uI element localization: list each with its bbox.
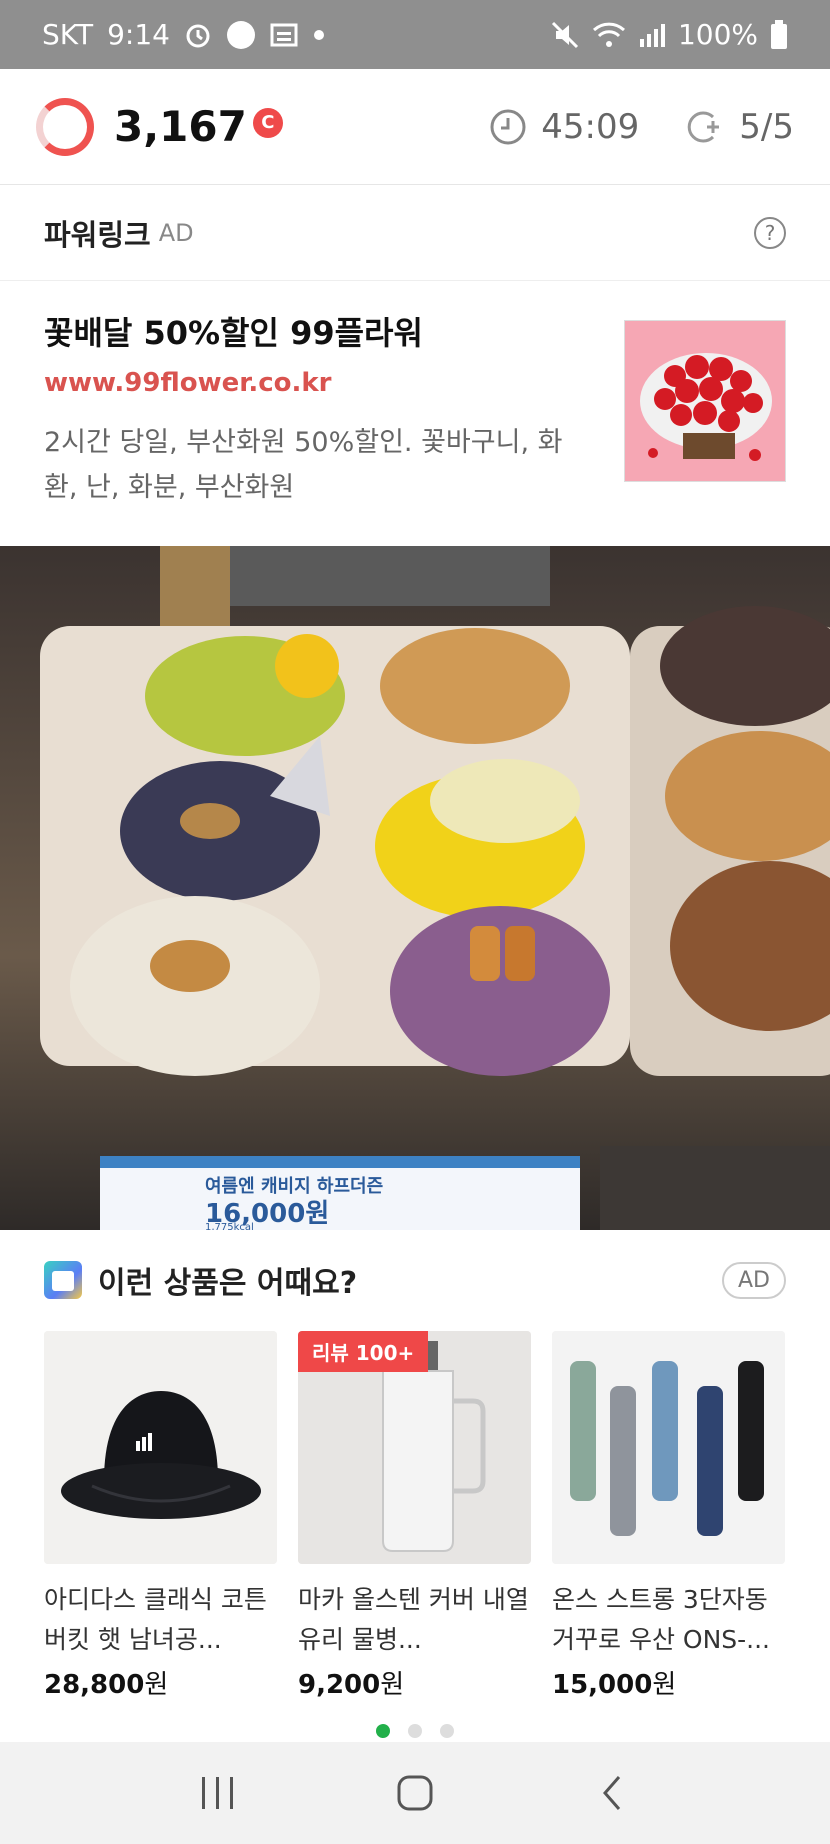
timer-value: 45:09 (541, 106, 640, 147)
recommend-ad-label[interactable]: AD (722, 1261, 786, 1299)
product-name[interactable]: 온스 스트롱 3단자동 거꾸로 우산 ONS-... (552, 1580, 785, 1660)
timer: 45:09 (489, 107, 639, 147)
mute-icon (550, 20, 580, 50)
clock: 9:14 (107, 18, 170, 51)
glass-bottle-image[interactable]: 리뷰 100+ (298, 1331, 531, 1564)
status-bar: SKT 9:14 100% (0, 0, 830, 69)
ad-card[interactable]: 꽃배달 50%할인 99플라워 www.99flower.co.kr 2시간 당… (0, 282, 830, 546)
carrier-label: SKT (42, 18, 94, 51)
recommend-header: 이런 상품은 어때요? AD (0, 1230, 830, 1330)
coin-icon: C (252, 107, 283, 138)
powerlink-title: 파워링크 (44, 218, 151, 252)
pager-dot[interactable] (408, 1724, 422, 1738)
alarm-icon (184, 21, 212, 49)
carousel-pager (0, 1724, 830, 1738)
product-price: 9,200원 (298, 1664, 531, 1701)
pager-dot-active[interactable] (376, 1724, 390, 1738)
product-name[interactable]: 마카 올스텐 커버 내열유리 물병... (298, 1580, 531, 1660)
charge-value: 5/5 (739, 106, 794, 147)
notification-dot-icon (312, 28, 326, 42)
powerlink-ad-label: AD (158, 219, 194, 247)
product-name[interactable]: 아디다스 클래식 코튼 버킷 햇 남녀공... (44, 1580, 277, 1660)
coin-plus-icon (687, 111, 720, 142)
signal-icon (638, 21, 666, 49)
price-currency: 원 (652, 1670, 677, 1700)
system-navigation-bar (0, 1742, 830, 1844)
back-button[interactable] (582, 1768, 642, 1818)
product-card[interactable]: 아디다스 클래식 코튼 버킷 햇 남녀공... 28,800원 (44, 1331, 277, 1711)
price-value: 15,000 (552, 1670, 653, 1700)
price-currency: 원 (380, 1670, 405, 1700)
help-icon[interactable]: ? (754, 217, 786, 249)
oklock-icon (226, 20, 256, 50)
points-value: 3,167 (114, 102, 247, 151)
umbrella-image[interactable] (552, 1331, 785, 1564)
product-price: 28,800원 (44, 1664, 277, 1701)
product-card[interactable]: 리뷰 100+ 마카 올스텐 커버 내열유리 물병... 9,200원 (298, 1331, 531, 1711)
home-button[interactable] (385, 1768, 445, 1818)
recommend-title: 이런 상품은 어때요? (98, 1266, 358, 1301)
home-icon (397, 1775, 433, 1811)
wifi-icon (592, 20, 626, 50)
pager-dot[interactable] (440, 1724, 454, 1738)
recent-apps-button[interactable] (188, 1768, 248, 1818)
price-currency: 원 (144, 1670, 169, 1700)
back-icon (602, 1776, 620, 1810)
points-header: 3,167 C 45:09 5/5 (0, 69, 830, 185)
shopping-bag-icon (44, 1261, 82, 1299)
battery-icon (770, 19, 788, 50)
price-value: 28,800 (44, 1670, 145, 1700)
review-badge: 리뷰 100+ (298, 1331, 429, 1372)
recent-apps-icon (202, 1777, 234, 1809)
powerlink-header: 파워링크 AD ? (0, 186, 830, 281)
ad-description: 2시간 당일, 부산화원 50%할인. 꽃바구니, 화환, 난, 화분, 부산화… (44, 427, 563, 503)
flower-basket-image[interactable] (624, 320, 786, 482)
calendar-icon (270, 21, 298, 49)
product-carousel[interactable]: 아디다스 클래식 코튼 버킷 햇 남녀공... 28,800원 리뷰 100+ … (44, 1331, 786, 1711)
product-price: 15,000원 (552, 1664, 785, 1701)
price-sign-kcal: 1,775kcal (205, 1222, 254, 1230)
charge-count: 5/5 (685, 107, 794, 147)
progress-ring (36, 97, 94, 156)
price-value: 9,200 (298, 1670, 381, 1700)
battery-percent: 100% (677, 18, 758, 51)
clock-icon (490, 109, 526, 144)
price-sign-title: 여름엔 캐비지 하프더즌 (205, 1176, 383, 1197)
bucket-hat-image[interactable] (44, 1331, 277, 1564)
donut-showcase-photo[interactable]: 여름엔 캐비지 하프더즌 16,000원 1,775kcal (0, 546, 830, 1230)
product-card[interactable]: 온스 스트롱 3단자동 거꾸로 우산 ONS-... 15,000원 (552, 1331, 785, 1711)
